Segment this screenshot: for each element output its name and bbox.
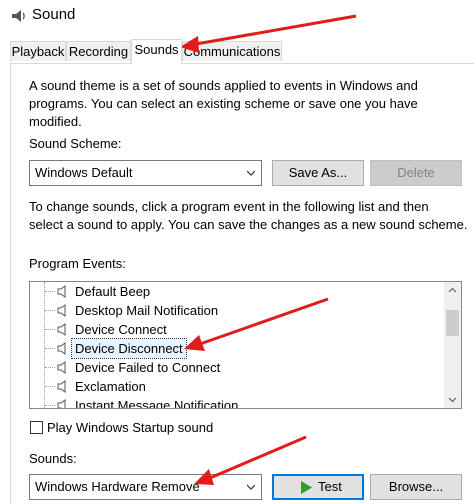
sound-scheme-label: Sound Scheme: — [29, 136, 122, 151]
chevron-down-icon — [247, 484, 255, 490]
speaker-icon — [57, 342, 66, 355]
sound-scheme-dropdown[interactable]: Windows Default — [29, 160, 262, 186]
speaker-icon — [12, 10, 25, 22]
speaker-icon — [57, 323, 66, 336]
tab-label: Sounds — [134, 42, 179, 57]
program-events-label: Program Events: — [29, 256, 126, 271]
description-line: modified. — [29, 114, 82, 129]
tree-branch — [45, 405, 55, 406]
chevron-down-icon — [247, 170, 255, 176]
event-label: Device Connect — [75, 322, 167, 337]
scroll-down-icon[interactable] — [448, 395, 457, 404]
speaker-icon — [57, 380, 66, 393]
speaker-icon — [57, 361, 66, 374]
tree-branch — [45, 348, 55, 349]
startup-sound-label[interactable]: Play Windows Startup sound — [47, 419, 213, 437]
list-scrollbar[interactable] — [444, 282, 461, 408]
theme-description: A sound theme is a set of sounds applied… — [29, 77, 418, 131]
scroll-up-icon[interactable] — [448, 286, 457, 295]
list-item[interactable]: Desktop Mail Notification — [30, 301, 444, 320]
list-item[interactable]: Device Failed to Connect — [30, 358, 444, 377]
instructions-line: To change sounds, click a program event … — [29, 199, 429, 214]
event-label: Device Disconnect — [71, 338, 187, 359]
event-label: Exclamation — [75, 379, 146, 394]
list-item[interactable]: Exclamation — [30, 377, 444, 396]
delete-button[interactable]: Delete — [370, 160, 462, 186]
list-item[interactable]: Device Connect — [30, 320, 444, 339]
event-label: Device Failed to Connect — [75, 360, 221, 375]
list-item[interactable]: Default Beep — [30, 282, 444, 301]
tab-label: Recording — [68, 44, 129, 59]
instructions: To change sounds, click a program event … — [29, 198, 467, 234]
scrollbar-thumb[interactable] — [446, 310, 459, 336]
list-item-selected[interactable]: Device Disconnect — [30, 338, 444, 359]
sound-scheme-value: Windows Default — [35, 165, 133, 180]
program-events-list[interactable]: Default Beep Desktop Mail Notification D… — [29, 281, 462, 409]
play-icon — [301, 481, 312, 494]
tree-branch — [45, 386, 55, 387]
event-label: Default Beep — [75, 284, 151, 299]
tab-recording[interactable]: Recording — [66, 41, 131, 61]
speaker-icon — [57, 285, 66, 298]
description-line: programs. You can select an existing sch… — [29, 96, 418, 111]
event-label: Instant Message Notification — [75, 398, 239, 409]
speaker-icon — [57, 399, 66, 408]
save-as-button[interactable]: Save As... — [272, 160, 364, 186]
tree-branch — [45, 291, 55, 292]
tab-communications[interactable]: Communications — [182, 41, 282, 61]
window-title: Sound — [32, 6, 76, 23]
speaker-icon — [57, 304, 66, 317]
title-bar: Sound — [0, 0, 474, 32]
tab-label: Playback — [11, 44, 65, 59]
test-button[interactable]: Test — [272, 474, 364, 500]
description-line: A sound theme is a set of sounds applied… — [29, 78, 418, 93]
startup-sound-checkbox[interactable] — [30, 421, 43, 434]
tab-sounds[interactable]: Sounds — [131, 39, 182, 64]
tree-branch — [45, 367, 55, 368]
tree-branch — [45, 329, 55, 330]
list-item[interactable]: Instant Message Notification — [30, 396, 444, 409]
test-label: Test — [318, 479, 342, 494]
sounds-dropdown[interactable]: Windows Hardware Remove — [29, 474, 262, 500]
sounds-value: Windows Hardware Remove — [35, 479, 200, 494]
sounds-label: Sounds: — [29, 451, 77, 466]
browse-button[interactable]: Browse... — [370, 474, 462, 500]
tab-label: Communications — [183, 44, 281, 59]
tree-branch — [45, 310, 55, 311]
tab-playback[interactable]: Playback — [10, 41, 66, 61]
instructions-line: select a sound to apply. You can save th… — [29, 217, 468, 232]
event-label: Desktop Mail Notification — [75, 303, 219, 318]
